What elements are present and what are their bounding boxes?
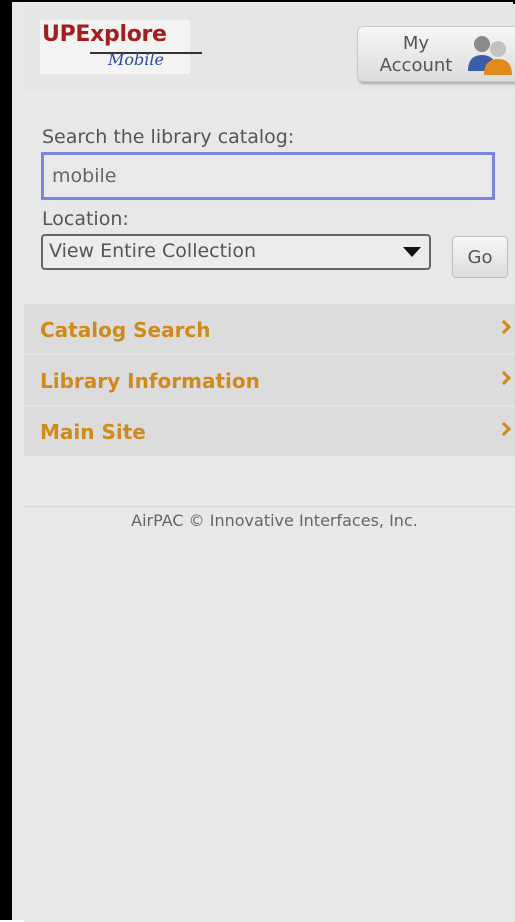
- menu-item-library-information[interactable]: Library Information: [24, 355, 515, 406]
- chevron-right-icon: [496, 319, 512, 335]
- menu-item-catalog-search[interactable]: Catalog Search: [24, 304, 515, 355]
- menu-item-label: Library Information: [40, 369, 260, 393]
- search-input[interactable]: [41, 152, 495, 200]
- chevron-right-icon: [496, 370, 512, 386]
- dropdown-arrow-icon: [403, 247, 421, 257]
- menu-item-label: Main Site: [40, 420, 146, 444]
- site-logo[interactable]: UPExplore Mobile: [40, 20, 202, 74]
- app-screen: UPExplore Mobile My Account Search the l…: [24, 4, 515, 922]
- menu-item-label: Catalog Search: [40, 318, 211, 342]
- menu-item-main-site[interactable]: Main Site: [24, 406, 515, 457]
- my-account-label: My Account: [379, 33, 453, 76]
- location-label: Location:: [42, 208, 129, 230]
- footer-copyright: AirPAC © Innovative Interfaces, Inc.: [131, 511, 418, 530]
- logo-title: UPExplore: [42, 22, 167, 47]
- logo-subtitle: Mobile: [108, 50, 164, 69]
- search-label: Search the library catalog:: [42, 126, 295, 148]
- footer-divider: [24, 506, 515, 507]
- people-icon: [468, 36, 512, 75]
- location-selected-value: View Entire Collection: [49, 240, 257, 262]
- go-button[interactable]: Go: [452, 236, 508, 278]
- header: UPExplore Mobile My Account: [24, 4, 515, 92]
- chevron-right-icon: [496, 421, 512, 437]
- main-menu: Catalog Search Library Information Main …: [24, 304, 515, 457]
- device-frame: UPExplore Mobile My Account Search the l…: [0, 0, 515, 922]
- location-select[interactable]: View Entire Collection: [41, 234, 431, 270]
- my-account-button[interactable]: My Account: [357, 26, 515, 82]
